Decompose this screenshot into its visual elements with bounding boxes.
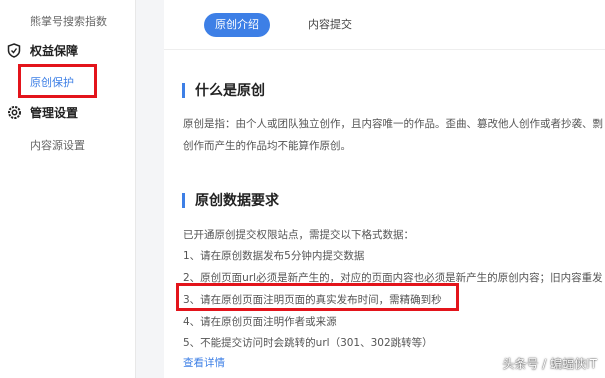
section-title-what-is-text: 什么是原创 (195, 83, 265, 99)
view-details-link[interactable]: 查看详情 (183, 355, 225, 370)
tab-content-submit[interactable]: 内容提交 (297, 13, 363, 37)
shield-icon (6, 43, 22, 59)
sidebar-group-rights[interactable]: 权益保障 (6, 42, 78, 59)
gear-icon (6, 105, 22, 121)
sidebar-group-rights-label: 权益保障 (30, 44, 79, 58)
list-item: 1、请在原创数据发布5分钟内提交数据 (183, 250, 365, 262)
sidebar-item-content-source[interactable]: 内容源设置 (30, 137, 85, 153)
paragraph-line: 原创是指：由个人或团队独立创作，且内容唯一的作品。歪曲、篡改他人创作或者抄袭、剽 (183, 118, 603, 130)
section-accent-bar (182, 192, 185, 208)
section-title-requirements: 原创数据要求 (182, 190, 279, 210)
sidebar-item-search-index[interactable]: 熊掌号搜索指数 (30, 13, 107, 29)
highlight-box-item-3 (176, 283, 459, 311)
section-title-requirements-text: 原创数据要求 (195, 193, 279, 209)
watermark: 头条号 / 蝙蝠侠IT (502, 357, 597, 371)
sidebar-group-manage[interactable]: 管理设置 (6, 104, 78, 121)
requirements-intro: 已开通原创提交权限站点，需提交以下格式数据： (183, 229, 414, 241)
sidebar: 熊掌号搜索指数 权益保障 原创保护 管理设置 内容源设置 (0, 0, 136, 378)
list-item: 4、请在原创页面注明作者或来源 (183, 316, 337, 328)
sidebar-group-manage-label: 管理设置 (30, 106, 79, 120)
main-panel: 原创介绍 内容提交 什么是原创 原创是指：由个人或团队独立创作，且内容唯一的作品… (164, 0, 605, 378)
paragraph-line: 创作而产生的作品均不能算作原创。 (183, 140, 351, 152)
highlight-box-sidebar (18, 64, 97, 98)
section-title-what-is: 什么是原创 (182, 80, 265, 100)
tab-bar: 原创介绍 内容提交 (164, 0, 605, 50)
list-item: 5、不能提交访问时会跳转的url（301、302跳转等） (183, 337, 433, 349)
tab-original-intro[interactable]: 原创介绍 (204, 13, 270, 37)
section-accent-bar (182, 82, 185, 98)
